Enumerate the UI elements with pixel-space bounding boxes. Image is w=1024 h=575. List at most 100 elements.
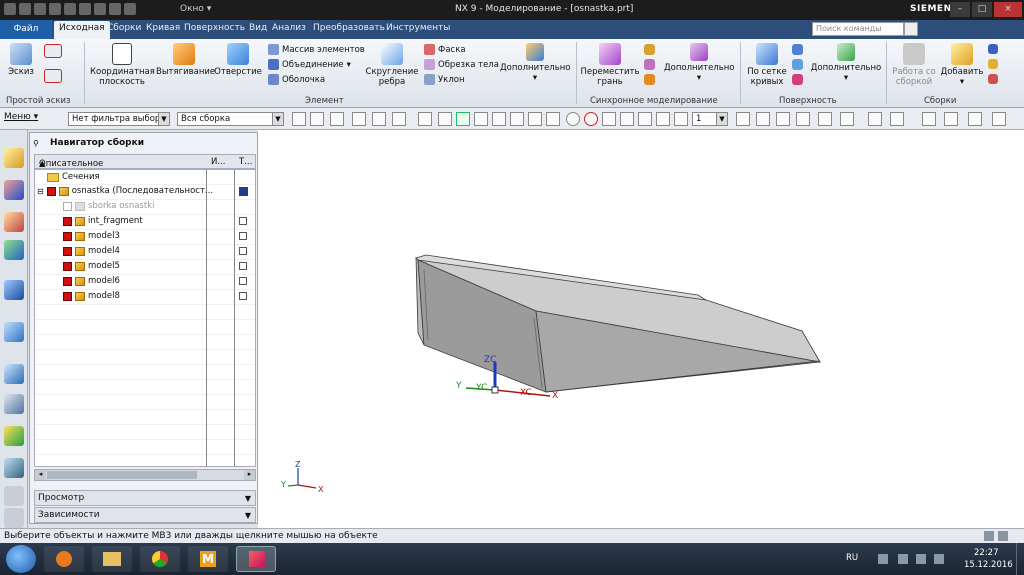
tray-flag-icon[interactable] xyxy=(898,554,908,564)
palette-icon[interactable] xyxy=(4,426,24,446)
snap-tool-icon[interactable] xyxy=(292,112,306,126)
visibility-checkbox[interactable] xyxy=(63,276,72,286)
status-checkbox[interactable] xyxy=(239,292,247,300)
snap-tool-icon[interactable] xyxy=(372,112,386,126)
replace-face-icon[interactable] xyxy=(644,44,655,55)
reuse-library-icon[interactable] xyxy=(4,240,24,260)
snap-center-icon[interactable] xyxy=(566,112,580,126)
sync-more-button[interactable]: Дополнительно ▾ xyxy=(664,43,735,83)
model-canvas[interactable]: ZC YC XC Y X Z Y X xyxy=(258,130,1024,528)
visibility-checkbox[interactable] xyxy=(63,201,72,211)
work-layer-select[interactable]: 1 ▼ xyxy=(692,112,728,126)
tab-home[interactable]: Исходная xyxy=(54,21,110,39)
search-icon[interactable] xyxy=(904,22,918,36)
work-on-assembly-button[interactable]: Работа со сборкой xyxy=(890,43,938,87)
edge-blend-button[interactable]: Скругление ребра xyxy=(364,43,420,87)
history-icon[interactable] xyxy=(4,322,24,342)
tab-surface[interactable]: Поверхность xyxy=(184,23,245,33)
model-body[interactable] xyxy=(415,254,822,393)
clock-time[interactable]: 22:27 xyxy=(974,548,999,558)
column-info[interactable]: И... xyxy=(211,157,225,167)
snap-midpoint-icon[interactable] xyxy=(528,112,542,126)
tree-node-model4[interactable]: model4 xyxy=(63,244,120,258)
status-checkbox[interactable] xyxy=(239,247,247,255)
tree-node-model6[interactable]: model6 xyxy=(63,274,120,288)
move-face-button[interactable]: Переместить грань xyxy=(580,43,640,87)
surface-more-button[interactable]: Дополнительно ▾ xyxy=(808,43,884,83)
start-button[interactable] xyxy=(6,545,36,573)
tray-up-icon[interactable] xyxy=(878,554,888,564)
taskbar-explorer[interactable] xyxy=(92,546,132,572)
tab-tools[interactable]: Инструменты xyxy=(386,23,450,33)
visibility-checkbox[interactable] xyxy=(63,231,72,241)
snap-tool-icon[interactable] xyxy=(656,112,670,126)
visibility-checkbox[interactable] xyxy=(63,261,72,271)
snap-tool-icon[interactable] xyxy=(474,112,488,126)
horizontal-scrollbar[interactable]: ◂ ▸ xyxy=(34,469,256,481)
show-desktop-button[interactable] xyxy=(1016,543,1024,575)
cut-icon[interactable] xyxy=(49,3,61,15)
taskbar-media-player[interactable] xyxy=(44,546,84,572)
add-component-button[interactable]: Добавить ▾ xyxy=(940,43,984,87)
graphics-viewport[interactable]: ZC YC XC Y X Z Y X xyxy=(258,130,1024,528)
maximize-button[interactable]: □ xyxy=(972,2,992,17)
tree-node-sections[interactable]: Сечения xyxy=(47,170,100,184)
snap-tool-icon[interactable] xyxy=(310,112,324,126)
snap-quadrant-icon[interactable] xyxy=(584,112,598,126)
snap-tool-icon[interactable] xyxy=(438,112,452,126)
repeat-icon[interactable] xyxy=(94,3,106,15)
command-search-input[interactable]: Поиск команды xyxy=(812,22,904,36)
view-tool-icon[interactable] xyxy=(992,112,1006,126)
view-tool-icon[interactable] xyxy=(756,112,770,126)
visibility-checkbox[interactable] xyxy=(63,216,72,226)
view-tool-icon[interactable] xyxy=(796,112,810,126)
minimize-button[interactable]: – xyxy=(950,2,970,17)
assembly-tool-icon[interactable] xyxy=(988,59,998,69)
through-curve-mesh-button[interactable]: По сетке кривых xyxy=(744,43,790,87)
column-type[interactable]: Т... xyxy=(239,157,252,167)
tree-node-model3[interactable]: model3 xyxy=(63,229,120,243)
snap-tool-icon[interactable] xyxy=(352,112,366,126)
status-options-icon[interactable] xyxy=(998,531,1008,541)
part-navigator-icon[interactable] xyxy=(4,212,24,232)
view-tool-icon[interactable] xyxy=(776,112,790,126)
tab-view[interactable]: Вид xyxy=(249,23,267,33)
snap-point-icon[interactable] xyxy=(456,112,470,126)
scroll-right-icon[interactable]: ▸ xyxy=(244,470,255,480)
surface-tool-icon[interactable] xyxy=(792,74,803,85)
line-icon[interactable] xyxy=(44,44,62,58)
taskbar-app-m[interactable]: M xyxy=(188,546,228,572)
tree-node-suppressed[interactable]: sborka osnastki xyxy=(63,199,154,213)
tab-curve[interactable]: Кривая xyxy=(146,23,180,33)
snap-intersection-icon[interactable] xyxy=(602,112,616,126)
tab-transform[interactable]: Преобразовать xyxy=(313,23,385,33)
rectangle-icon[interactable] xyxy=(44,69,62,83)
view-tool-icon[interactable] xyxy=(922,112,936,126)
visibility-checkbox[interactable] xyxy=(63,246,72,256)
snap-tool-icon[interactable] xyxy=(620,112,634,126)
tab-analysis[interactable]: Анализ xyxy=(272,23,306,33)
redo-icon[interactable] xyxy=(34,3,46,15)
draft-button[interactable]: Уклон xyxy=(424,74,465,85)
view-tool-icon[interactable] xyxy=(944,112,958,126)
taskbar-chrome[interactable] xyxy=(140,546,180,572)
extrude-button[interactable]: Вытягивание xyxy=(156,43,215,77)
snap-tool-icon[interactable] xyxy=(492,112,506,126)
visibility-checkbox[interactable] xyxy=(63,291,72,301)
type-filter-select[interactable]: Нет фильтра выбор ▼ xyxy=(68,112,170,126)
snap-tool-icon[interactable] xyxy=(418,112,432,126)
tab-file[interactable]: Файл xyxy=(0,20,52,39)
tree-node-model8[interactable]: model8 xyxy=(63,289,120,303)
snap-tool-icon[interactable] xyxy=(674,112,688,126)
sketch-button[interactable]: Эскиз xyxy=(6,43,36,77)
snap-endpoint-icon[interactable] xyxy=(510,112,524,126)
visibility-checkbox[interactable] xyxy=(46,186,56,196)
preview-section[interactable]: Просмотр ▼ xyxy=(34,490,256,506)
snap-tool-icon[interactable] xyxy=(330,112,344,126)
collapse-icon[interactable]: ⊟ xyxy=(37,187,44,196)
system-scenes-icon[interactable] xyxy=(4,486,24,506)
pattern-feature-button[interactable]: Массив элементов xyxy=(268,44,365,55)
tree-node-root[interactable]: ⊟ osnastka (Последовательност... xyxy=(37,184,213,198)
snap-tool-icon[interactable] xyxy=(638,112,652,126)
status-checkbox[interactable] xyxy=(239,217,247,225)
